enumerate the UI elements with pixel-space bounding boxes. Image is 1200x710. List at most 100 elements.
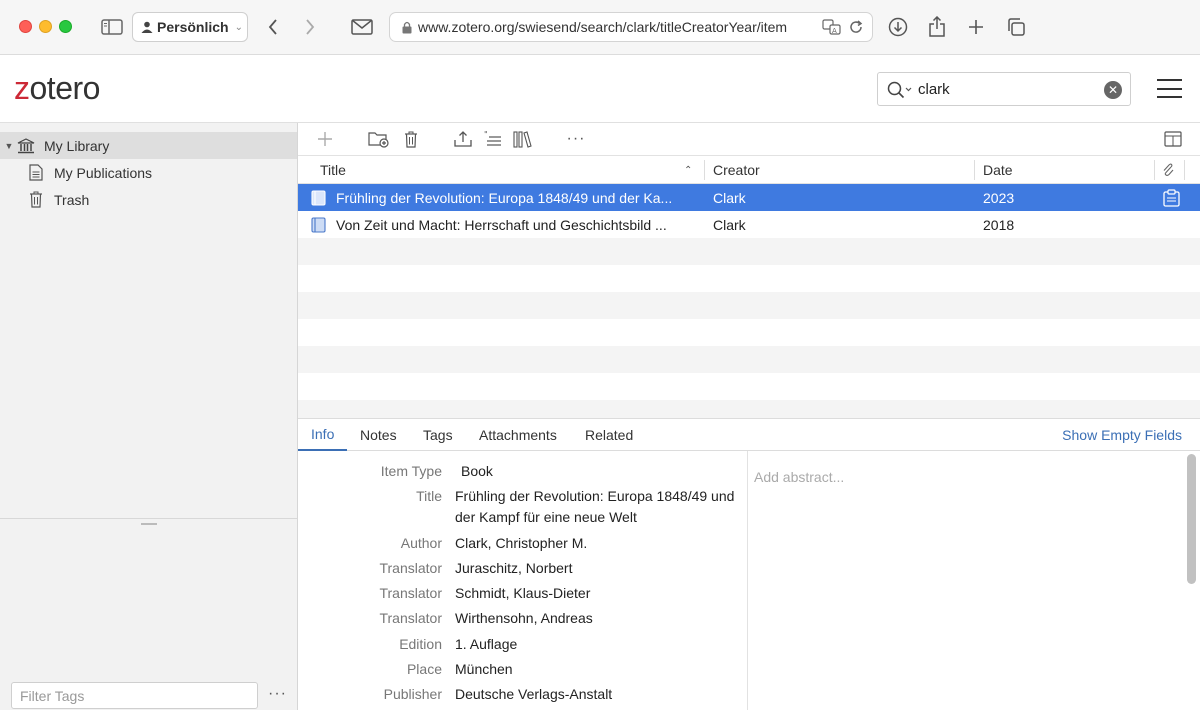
- lock-icon: [402, 21, 412, 34]
- new-collection-icon[interactable]: [368, 129, 390, 149]
- field-value[interactable]: Book: [461, 461, 741, 482]
- more-actions-icon[interactable]: ···: [566, 129, 586, 149]
- column-title[interactable]: Title: [320, 156, 346, 184]
- attachment-column-icon[interactable]: [1162, 156, 1174, 184]
- profile-button[interactable]: Persönlich ⌄: [132, 12, 248, 42]
- filter-tags-input[interactable]: Filter Tags: [11, 682, 258, 709]
- search-input[interactable]: clark ✕: [877, 72, 1131, 106]
- row-creator: Clark: [713, 216, 746, 233]
- show-empty-fields-link[interactable]: Show Empty Fields: [1062, 419, 1182, 451]
- new-tab-icon[interactable]: [966, 14, 986, 40]
- chevron-down-icon: ⌄: [234, 21, 243, 33]
- delete-icon[interactable]: [403, 129, 419, 149]
- book-icon: [311, 190, 326, 209]
- search-icon[interactable]: [887, 81, 913, 103]
- citation-icon[interactable]: ": [484, 129, 502, 149]
- menu-icon[interactable]: [1157, 79, 1182, 98]
- export-icon[interactable]: [454, 129, 472, 149]
- row-creator: Clark: [713, 189, 746, 206]
- field-label: Publisher: [383, 686, 442, 702]
- field-value[interactable]: München: [455, 659, 735, 680]
- pdf-attachment-icon[interactable]: [1163, 189, 1181, 210]
- field-label: Edition: [399, 636, 442, 652]
- document-icon: [26, 164, 46, 181]
- svg-text:": ": [484, 130, 488, 139]
- field-label: Title: [416, 488, 442, 504]
- empty-row: [298, 238, 1200, 265]
- url-bar[interactable]: www.zotero.org/swiesend/search/clark/tit…: [389, 12, 873, 42]
- tab-attachments[interactable]: Attachments: [479, 419, 557, 451]
- field-label: Item Type: [380, 463, 442, 479]
- abstract-field[interactable]: Add abstract...: [749, 451, 1200, 710]
- abstract-placeholder: Add abstract...: [754, 469, 845, 485]
- collection-my-publications[interactable]: My Publications: [0, 159, 297, 186]
- person-icon: [141, 21, 153, 33]
- trash-icon: [26, 191, 46, 208]
- item-pane-tabs: Info Notes Tags Attachments Related Show…: [298, 418, 1200, 451]
- translate-icon[interactable]: A: [822, 19, 842, 38]
- table-row[interactable]: Frühling der Revolution: Europa 1848/49 …: [298, 184, 1200, 211]
- zoom-window-button[interactable]: [59, 20, 72, 33]
- share-icon[interactable]: [927, 14, 947, 40]
- row-date: 2023: [983, 189, 1015, 206]
- sort-ascending-icon: ⌃: [684, 164, 693, 176]
- tab-tags[interactable]: Tags: [423, 419, 453, 451]
- library-icon: [16, 137, 36, 154]
- tab-info[interactable]: Info: [298, 419, 348, 451]
- profile-label: Persönlich: [157, 19, 229, 35]
- svg-text:A: A: [832, 27, 837, 35]
- empty-row: [298, 346, 1200, 373]
- field-label: Translator: [379, 610, 442, 626]
- empty-row: [298, 400, 1200, 418]
- row-title: Von Zeit und Macht: Herrschaft und Gesch…: [336, 216, 667, 233]
- column-creator[interactable]: Creator: [713, 156, 760, 184]
- table-row[interactable]: Von Zeit und Macht: Herrschaft und Gesch…: [298, 211, 1200, 238]
- column-layout-icon[interactable]: [1164, 129, 1182, 149]
- field-value[interactable]: Wirthensohn, Andreas: [455, 608, 735, 629]
- field-value[interactable]: 1. Auflage: [455, 634, 735, 655]
- scrollbar-thumb[interactable]: [1187, 454, 1196, 584]
- field-value[interactable]: Schmidt, Klaus-Dieter: [455, 583, 735, 604]
- zotero-logo[interactable]: zotero: [14, 70, 100, 107]
- twisty-down-icon[interactable]: ▼: [2, 141, 16, 151]
- zotero-header: zotero clark ✕: [0, 55, 1200, 123]
- collection-my-library[interactable]: ▼ My Library: [0, 132, 297, 159]
- field-value[interactable]: Juraschitz, Norbert: [455, 558, 735, 579]
- collections-pane: ▼ My Library My Publications Trash Filte…: [0, 123, 298, 710]
- field-value[interactable]: Frühling der Revolution: Europa 1848/49 …: [455, 486, 735, 528]
- item-info-fields: Item Type Book Title Frühling der Revolu…: [298, 451, 748, 710]
- empty-row: [298, 373, 1200, 400]
- tab-notes[interactable]: Notes: [360, 419, 397, 451]
- sidebar-toggle-icon[interactable]: [100, 14, 124, 40]
- pane-splitter[interactable]: [0, 518, 297, 519]
- field-label: Translator: [379, 560, 442, 576]
- bibliography-icon[interactable]: [513, 129, 533, 149]
- items-column-header: Title ⌃ Creator Date: [298, 155, 1200, 184]
- tag-selector-menu-button[interactable]: ···: [268, 685, 287, 703]
- collection-trash[interactable]: Trash: [0, 186, 297, 213]
- items-toolbar: " ···: [298, 123, 1200, 155]
- empty-row: [298, 319, 1200, 346]
- field-value[interactable]: Clark, Christopher M.: [455, 533, 735, 554]
- search-value: clark: [918, 80, 950, 98]
- download-icon[interactable]: [887, 14, 909, 40]
- tab-overview-icon[interactable]: [1005, 14, 1027, 40]
- browser-toolbar: Persönlich ⌄ www.zotero.org/swiesend/sea…: [0, 0, 1200, 55]
- empty-row: [298, 265, 1200, 292]
- minimize-window-button[interactable]: [39, 20, 52, 33]
- reload-icon[interactable]: [848, 19, 864, 38]
- empty-row: [298, 292, 1200, 319]
- field-label: Author: [400, 535, 442, 551]
- close-window-button[interactable]: [19, 20, 32, 33]
- clear-search-icon[interactable]: ✕: [1104, 81, 1122, 99]
- splitter-grip[interactable]: [141, 523, 157, 525]
- tab-related[interactable]: Related: [585, 419, 633, 451]
- mail-icon[interactable]: [350, 14, 374, 40]
- forward-icon[interactable]: [300, 14, 320, 40]
- url-text: www.zotero.org/swiesend/search/clark/tit…: [418, 19, 788, 35]
- column-date[interactable]: Date: [983, 156, 1013, 184]
- back-icon[interactable]: [263, 14, 283, 40]
- row-title: Frühling der Revolution: Europa 1848/49 …: [336, 189, 673, 206]
- field-value[interactable]: Deutsche Verlags-Anstalt: [455, 684, 735, 705]
- new-item-icon[interactable]: [317, 129, 333, 149]
